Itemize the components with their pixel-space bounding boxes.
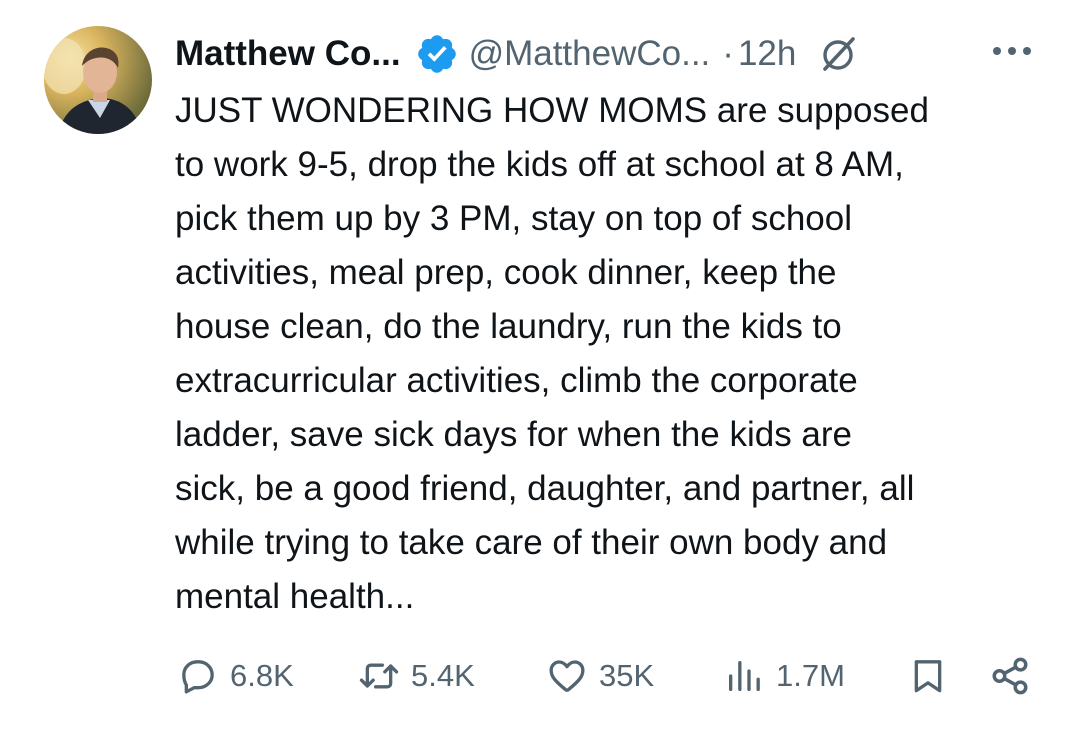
share-icon <box>988 654 1032 698</box>
views-icon <box>722 654 766 698</box>
tweet-text-line: ladder, save sick days for when the kids… <box>175 415 853 454</box>
tweet[interactable]: Matthew Co... @MatthewCo... · 12h JUST W… <box>0 0 1079 733</box>
tweet-text-line: sick, be a good friend, daughter, and pa… <box>175 469 915 508</box>
reply-button[interactable]: 6.8K <box>176 648 294 704</box>
like-icon <box>545 654 589 698</box>
separator-dot: · <box>722 34 734 73</box>
repost-button[interactable]: 5.4K <box>357 648 475 704</box>
more-icon[interactable] <box>990 36 1034 66</box>
tweet-text: JUST WONDERING HOW MOMS are supposed to … <box>175 84 1045 624</box>
bookmark-icon <box>906 654 950 698</box>
tweet-text-line: to work 9-5, drop the kids off at school… <box>175 145 904 184</box>
tweet-text-line: pick them up by 3 PM, stay on top of sch… <box>175 199 853 238</box>
tweet-text-line: JUST WONDERING HOW MOMS are supposed <box>175 91 929 130</box>
grok-icon[interactable] <box>816 32 860 76</box>
verified-badge-icon <box>415 32 459 76</box>
avatar[interactable] <box>44 26 152 134</box>
share-button[interactable] <box>988 648 1032 704</box>
like-count: 35K <box>599 658 655 693</box>
tweet-text-line: activities, meal prep, cook dinner, keep… <box>175 253 837 292</box>
author-handle[interactable]: @MatthewCo... <box>469 34 711 74</box>
views-button[interactable]: 1.7M <box>722 648 845 704</box>
reply-count: 6.8K <box>230 658 294 693</box>
action-bar: 6.8K 5.4K 35K 1.7M <box>0 648 1079 704</box>
tweet-time[interactable]: 12h <box>738 34 796 74</box>
tweet-header: Matthew Co... @MatthewCo... · 12h <box>175 28 860 80</box>
repost-count: 5.4K <box>411 658 475 693</box>
tweet-text-line: extracurricular activities, climb the co… <box>175 361 858 400</box>
like-button[interactable]: 35K <box>545 648 654 704</box>
repost-icon <box>357 654 401 698</box>
tweet-text-line: house clean, do the laundry, run the kid… <box>175 307 842 346</box>
tweet-text-line: mental health... <box>175 577 415 616</box>
bookmark-button[interactable] <box>906 648 950 704</box>
tweet-text-line: while trying to take care of their own b… <box>175 523 888 562</box>
reply-icon <box>176 654 220 698</box>
display-name[interactable]: Matthew Co... <box>175 34 401 74</box>
views-count: 1.7M <box>776 658 845 693</box>
